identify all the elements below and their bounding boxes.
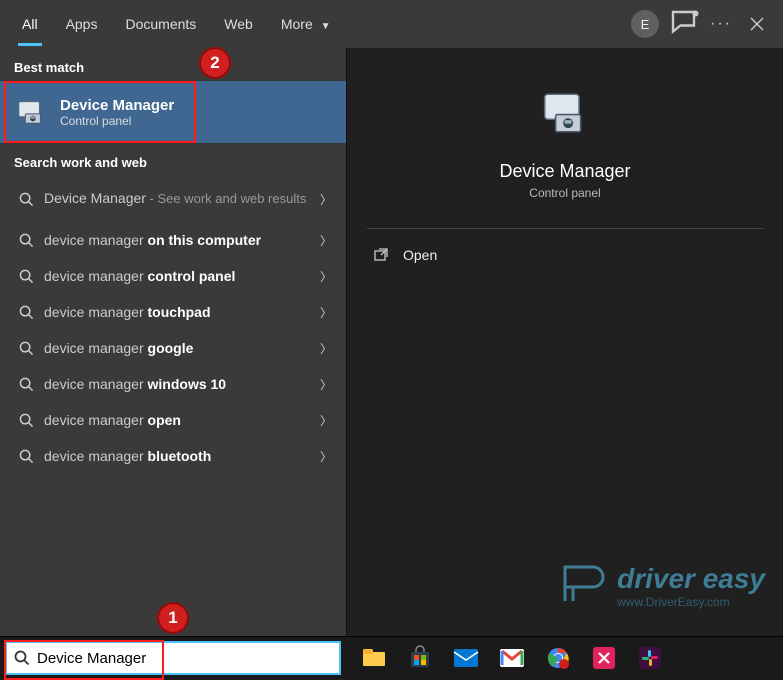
web-result-text: device manager google [44, 340, 314, 356]
best-match-title: Device Manager [60, 97, 174, 114]
drivereasy-logo-icon [557, 557, 617, 614]
search-icon [14, 233, 38, 248]
web-result[interactable]: device manager touchpad 〉 [0, 294, 346, 330]
feedback-icon[interactable] [667, 6, 703, 42]
preview-title: Device Manager [499, 161, 630, 182]
tab-more[interactable]: More ▼ [267, 2, 345, 46]
tab-more-label: More [281, 16, 313, 32]
chevron-right-icon: 〉 [320, 448, 332, 465]
taskbar-app-icon[interactable] [581, 637, 627, 680]
search-icon [14, 269, 38, 284]
web-result[interactable]: device manager windows 10 〉 [0, 366, 346, 402]
watermark: driver easy www.DriverEasy.com [557, 557, 765, 614]
search-icon [14, 341, 38, 356]
chevron-right-icon: 〉 [320, 376, 332, 393]
search-icon [14, 305, 38, 320]
results-pane: Best match Device Manager Control panel … [0, 48, 346, 636]
chevron-right-icon: 〉 [320, 268, 332, 285]
web-result-text: device manager bluetooth [44, 448, 314, 464]
web-result[interactable]: device manager control panel 〉 [0, 258, 346, 294]
web-result[interactable]: device manager google 〉 [0, 330, 346, 366]
annotation-bubble-1: 1 [157, 602, 189, 634]
tab-apps[interactable]: Apps [52, 2, 112, 46]
search-icon [14, 413, 38, 428]
annotation-bubble-2: 2 [199, 47, 231, 79]
taskbar-explorer-icon[interactable] [351, 637, 397, 680]
device-manager-icon [540, 88, 590, 143]
taskbar [0, 636, 783, 679]
chevron-right-icon: 〉 [320, 304, 332, 321]
chevron-right-icon: 〉 [320, 232, 332, 249]
open-icon [369, 247, 393, 263]
action-open-label: Open [403, 247, 437, 263]
web-result-text: Device Manager - See work and web result… [44, 190, 314, 208]
chevron-right-icon: 〉 [320, 191, 332, 208]
chevron-right-icon: 〉 [320, 340, 332, 357]
web-result-text: device manager touchpad [44, 304, 314, 320]
action-open[interactable]: Open [369, 247, 761, 263]
tab-all[interactable]: All [8, 2, 52, 46]
section-best-match: Best match [0, 48, 346, 81]
web-result[interactable]: device manager bluetooth 〉 [0, 438, 346, 474]
watermark-url: www.DriverEasy.com [617, 595, 765, 609]
search-icon [14, 449, 38, 464]
search-icon [14, 192, 38, 207]
web-result[interactable]: device manager on this computer 〉 [0, 222, 346, 258]
options-icon[interactable]: ··· [703, 15, 739, 33]
search-tabs: All Apps Documents Web More ▼ E ··· [0, 0, 783, 48]
section-search-web: Search work and web [0, 143, 346, 176]
close-icon[interactable] [739, 17, 775, 31]
divider [367, 228, 763, 229]
taskbar-search[interactable] [5, 641, 341, 675]
tab-web[interactable]: Web [210, 2, 267, 46]
chevron-right-icon: 〉 [320, 412, 332, 429]
taskbar-chrome-icon[interactable] [535, 637, 581, 680]
user-avatar[interactable]: E [631, 10, 659, 38]
web-result-text: device manager on this computer [44, 232, 314, 248]
best-match-subtitle: Control panel [60, 114, 174, 128]
search-icon [14, 377, 38, 392]
taskbar-slack-icon[interactable] [627, 637, 673, 680]
web-result[interactable]: Device Manager - See work and web result… [0, 176, 346, 222]
search-icon [7, 650, 37, 666]
watermark-title: driver easy [617, 563, 765, 595]
web-result-text: device manager control panel [44, 268, 314, 284]
search-input[interactable] [37, 643, 339, 673]
taskbar-gmail-icon[interactable] [489, 637, 535, 680]
preview-pane: Device Manager Control panel Open driver… [346, 48, 783, 636]
device-manager-icon [14, 95, 48, 129]
chevron-down-icon: ▼ [321, 21, 331, 32]
taskbar-mail-icon[interactable] [443, 637, 489, 680]
preview-subtitle: Control panel [529, 186, 600, 200]
web-result-text: device manager open [44, 412, 314, 428]
web-result[interactable]: device manager open 〉 [0, 402, 346, 438]
tab-documents[interactable]: Documents [111, 2, 210, 46]
web-result-text: device manager windows 10 [44, 376, 314, 392]
taskbar-store-icon[interactable] [397, 637, 443, 680]
best-match-result[interactable]: Device Manager Control panel [0, 81, 346, 143]
